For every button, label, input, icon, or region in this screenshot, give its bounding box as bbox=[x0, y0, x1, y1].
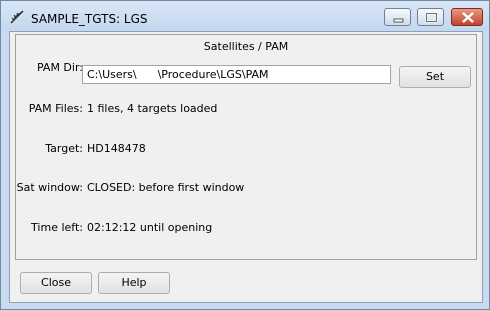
sat-window-value: CLOSED: before first window bbox=[87, 181, 245, 194]
close-icon bbox=[462, 12, 474, 23]
maximize-button[interactable] bbox=[417, 8, 444, 26]
sat-window-label: Sat window: bbox=[16, 181, 83, 194]
target-label: Target: bbox=[45, 142, 83, 155]
close-window-button[interactable] bbox=[451, 8, 483, 26]
pam-files-label: PAM Files: bbox=[28, 102, 83, 115]
panel-title: Satellites / PAM bbox=[203, 40, 289, 53]
minimize-icon bbox=[393, 18, 404, 23]
window-title: SAMPLE_TGTS: LGS bbox=[31, 12, 148, 26]
minimize-button[interactable] bbox=[384, 8, 411, 26]
target-value: HD148478 bbox=[87, 142, 146, 155]
time-left-value: 02:12:12 until opening bbox=[87, 221, 213, 234]
help-button[interactable]: Help bbox=[98, 272, 170, 294]
close-button[interactable]: Close bbox=[20, 272, 92, 294]
maximize-icon bbox=[425, 12, 438, 23]
pam-files-value: 1 files, 4 targets loaded bbox=[87, 102, 218, 115]
feather-app-icon[interactable] bbox=[9, 9, 25, 25]
time-left-label: Time left: bbox=[31, 221, 83, 234]
client-area: Satellites / PAM PAM Dir: PAM Files: 1 f… bbox=[9, 31, 483, 303]
set-button[interactable]: Set bbox=[399, 66, 471, 88]
title-bar[interactable]: SAMPLE_TGTS: LGS bbox=[1, 1, 489, 31]
pam-dir-label: PAM Dir: bbox=[36, 61, 83, 74]
app-window: SAMPLE_TGTS: LGS Satellites / PAM PAM Di… bbox=[0, 0, 490, 310]
pam-dir-input[interactable]: C:\Users\ \Procedure\LGS\PAM bbox=[82, 65, 391, 84]
